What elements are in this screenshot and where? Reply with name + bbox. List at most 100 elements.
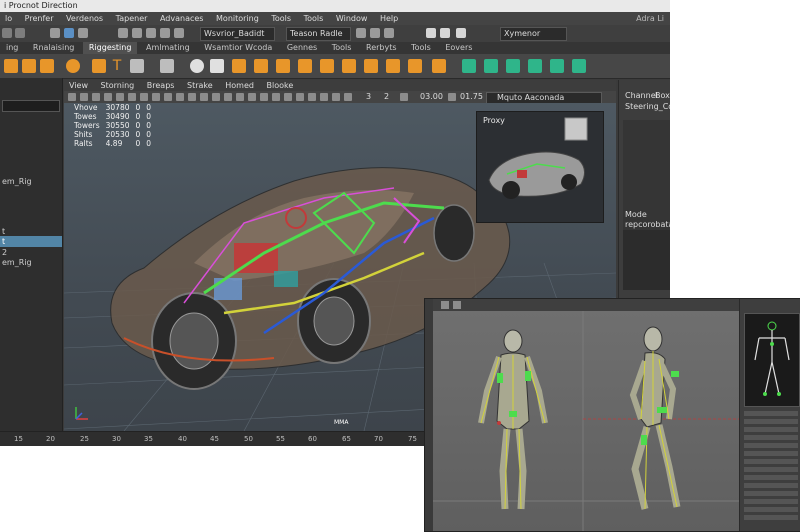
shelf-tab[interactable]: Wsamtior Wcoda (198, 42, 278, 54)
scale-constraint-icon[interactable] (276, 59, 290, 73)
attribute-row[interactable] (744, 475, 798, 480)
outliner-search-field[interactable] (2, 100, 60, 112)
snap-curve-icon[interactable] (132, 28, 142, 38)
workspace-field[interactable]: Wsvrior_Badidt (200, 27, 275, 41)
menu-item[interactable]: Tools (299, 12, 329, 25)
outliner-item[interactable]: em_Rig (0, 257, 62, 268)
attribute-row[interactable] (744, 427, 798, 432)
viewport-menu-item[interactable]: Breaps (142, 80, 180, 91)
select-icon[interactable] (50, 28, 60, 38)
menu-item[interactable]: lo (0, 12, 17, 25)
attribute-row[interactable] (744, 459, 798, 464)
shelf-tab[interactable]: Eovers (439, 42, 478, 54)
gate-mask-icon[interactable] (400, 93, 408, 101)
menu-item[interactable]: Advanaces (155, 12, 209, 25)
shadows-icon[interactable] (224, 93, 232, 101)
motion-blur-icon[interactable] (248, 93, 256, 101)
soft-mod-icon[interactable] (528, 59, 542, 73)
menu-item[interactable]: Help (375, 12, 403, 25)
smooth-shade-icon[interactable] (176, 93, 184, 101)
exposure-value[interactable]: 3 (366, 91, 371, 103)
snap-surface-icon[interactable] (174, 28, 184, 38)
grid-icon[interactable] (426, 28, 436, 38)
shelf-tab[interactable]: Gennes (281, 42, 323, 54)
attribute-row[interactable] (744, 483, 798, 488)
user-dropdown[interactable]: Xymenor (500, 27, 567, 41)
safe-area-icon[interactable] (140, 93, 148, 101)
viewport-menu-item[interactable]: Storning (96, 80, 140, 91)
backface-icon[interactable] (320, 93, 328, 101)
sculpt-icon[interactable] (506, 59, 520, 73)
textured-icon[interactable] (200, 93, 208, 101)
film-gate-icon[interactable] (116, 93, 124, 101)
curve-tool-icon[interactable] (432, 59, 446, 73)
lattice-icon[interactable] (364, 59, 378, 73)
menu-item[interactable]: Tools (266, 12, 296, 25)
nonlinear-icon[interactable] (550, 59, 564, 73)
far-clip-value[interactable]: 01.75 (460, 91, 483, 103)
camera-icon[interactable] (441, 301, 449, 309)
layout-icon[interactable] (440, 28, 450, 38)
menu-item[interactable]: Monitoring (211, 12, 264, 25)
attribute-row[interactable] (744, 467, 798, 472)
joint-tool-icon[interactable] (4, 59, 18, 73)
resolution-gate-icon[interactable] (128, 93, 136, 101)
render-icon[interactable] (356, 28, 366, 38)
bookmark-icon[interactable] (80, 93, 88, 101)
xray-icon[interactable] (296, 93, 304, 101)
channel-box-tab[interactable]: Channel (625, 91, 658, 100)
redo-icon[interactable] (15, 28, 25, 38)
scene-field[interactable]: Teason Radle (286, 27, 351, 41)
shelf-tab[interactable]: Rerbyts (360, 42, 403, 54)
shelf-tab[interactable]: Tools (326, 42, 358, 54)
shelf-tab[interactable]: Rnalaising (27, 42, 80, 54)
orient-joint-icon[interactable] (66, 59, 80, 73)
color-manage-icon[interactable] (448, 93, 456, 101)
menu-item[interactable]: Prenfer (20, 12, 59, 25)
text-tool-icon[interactable]: T (110, 59, 124, 73)
viewport-menu-item[interactable]: View (64, 80, 93, 91)
snap-point-icon[interactable] (146, 28, 156, 38)
wrap-icon[interactable] (408, 59, 422, 73)
wireframe-icon[interactable] (164, 93, 172, 101)
shelf-tab[interactable]: Tools (405, 42, 437, 54)
ik-spline-icon[interactable] (40, 59, 54, 73)
attribute-row[interactable] (744, 435, 798, 440)
attribute-row[interactable] (744, 443, 798, 448)
exposure-icon[interactable] (344, 93, 352, 101)
orient-constraint-icon[interactable] (254, 59, 268, 73)
aim-constraint-icon[interactable] (298, 59, 312, 73)
layer-editor[interactable] (623, 230, 670, 290)
constraint-icon[interactable] (190, 59, 204, 73)
outliner-item-selected[interactable]: t (0, 236, 62, 247)
shelf-tab-active[interactable]: Riggesting (82, 42, 138, 54)
menu-item[interactable]: Window (331, 12, 373, 25)
wireframe-on-shaded-icon[interactable] (188, 93, 196, 101)
grid-toggle-icon[interactable] (104, 93, 112, 101)
viewport-menu-item[interactable]: Blooke (261, 80, 298, 91)
render-settings-icon[interactable] (384, 28, 394, 38)
menu-item[interactable]: Tapener (111, 12, 153, 25)
ik-handle-icon[interactable] (22, 59, 36, 73)
near-clip-value[interactable]: 03.00 (420, 91, 443, 103)
isolate-icon[interactable] (284, 93, 292, 101)
viewport-menu-item[interactable]: Strake (182, 80, 218, 91)
snap-grid-icon[interactable] (118, 28, 128, 38)
xray-joints-icon[interactable] (308, 93, 316, 101)
shelf-tab[interactable]: ing (0, 42, 24, 54)
bind-skin-icon[interactable] (130, 59, 144, 73)
pole-vector-icon[interactable] (320, 59, 334, 73)
point-constraint-icon[interactable] (232, 59, 246, 73)
attribute-row[interactable] (744, 419, 798, 424)
attribute-row[interactable] (744, 411, 798, 416)
camera-icon[interactable] (68, 93, 76, 101)
proxy-preview-panel[interactable]: Proxy (476, 111, 604, 223)
shelf-tab[interactable]: Amlmating (140, 42, 196, 54)
attribute-row[interactable] (744, 491, 798, 496)
channel-box-tab[interactable]: Box (655, 91, 670, 100)
menu-item[interactable]: Verdenos (61, 12, 108, 25)
wire-icon[interactable] (386, 59, 400, 73)
paint-weights-icon[interactable] (160, 59, 174, 73)
image-plane-icon[interactable] (92, 93, 100, 101)
gamma-value[interactable]: 2 (384, 91, 389, 103)
